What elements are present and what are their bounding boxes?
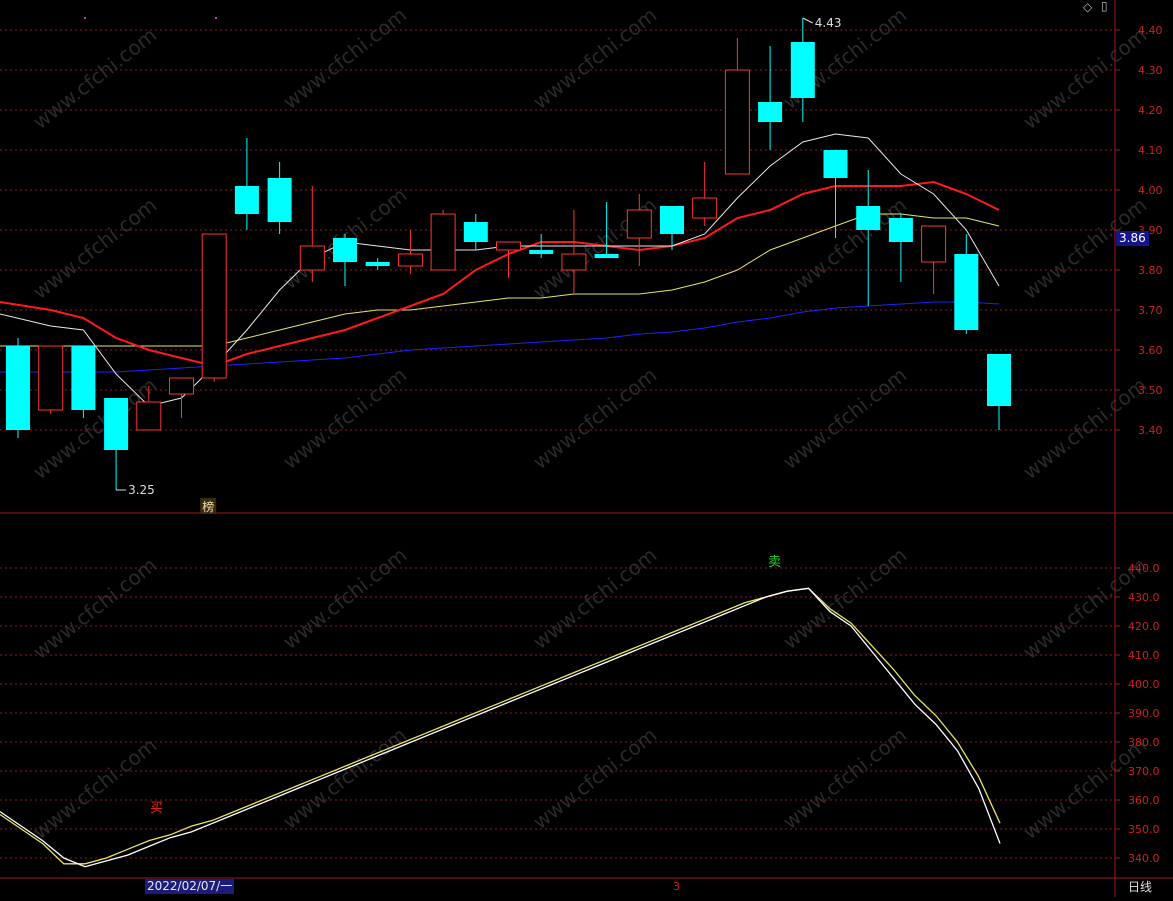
- window-icon[interactable]: ▯: [1101, 0, 1108, 13]
- candle-body[interactable]: [594, 254, 619, 258]
- buy-signal-label: 买: [150, 801, 163, 816]
- watermark-text: www.cfchi.com: [28, 23, 161, 134]
- watermark-text: www.cfchi.com: [778, 723, 911, 834]
- candle-body[interactable]: [333, 238, 357, 262]
- indicator-yellow-line: [0, 587, 1001, 865]
- indicator-tick-label: 380.0: [1128, 736, 1160, 749]
- watermark-text: www.cfchi.com: [28, 733, 161, 844]
- event-badge-label: 榜: [202, 499, 214, 514]
- candle-body[interactable]: [169, 377, 194, 395]
- price-tick-label: 3.60: [1138, 344, 1163, 357]
- candle-body[interactable]: [201, 233, 227, 379]
- price-tick-label: 4.10: [1138, 144, 1163, 157]
- candle-body[interactable]: [6, 346, 30, 430]
- watermark-text: www.cfchi.com: [1018, 373, 1151, 484]
- watermark-text: www.cfchi.com: [778, 543, 911, 654]
- price-tick-label: 4.20: [1138, 104, 1163, 117]
- watermark-text: www.cfchi.com: [1018, 193, 1151, 304]
- watermark-text: www.cfchi.com: [528, 193, 661, 304]
- chart-canvas[interactable]: www.cfchi.com www.cfchi.com www.cfchi.com w…: [0, 0, 1173, 897]
- watermark-text: www.cfchi.com: [278, 543, 411, 654]
- candle-body[interactable]: [496, 241, 521, 251]
- candle-body[interactable]: [104, 398, 129, 450]
- candle-body[interactable]: [397, 253, 423, 267]
- candle-body[interactable]: [463, 222, 488, 242]
- indicator-tick-label: 420.0: [1128, 620, 1160, 633]
- diamond-icon[interactable]: ◇: [1083, 0, 1092, 14]
- indicator-tick-label: 430.0: [1128, 591, 1160, 604]
- watermark-text: www.cfchi.com: [278, 3, 411, 114]
- chart-stage: www.cfchi.com www.cfchi.com www.cfchi.com w…: [0, 0, 1173, 897]
- candle-body[interactable]: [529, 250, 554, 254]
- watermark-text: www.cfchi.com: [28, 193, 161, 304]
- candle-body[interactable]: [365, 262, 390, 266]
- candle-body[interactable]: [856, 206, 881, 230]
- top-dot-marker: [84, 17, 86, 19]
- watermark-text: www.cfchi.com: [778, 363, 911, 474]
- price-tick-label: 4.00: [1138, 184, 1163, 197]
- watermark-text: www.cfchi.com: [278, 723, 411, 834]
- indicator-tick-label: 400.0: [1128, 678, 1160, 691]
- candle-body[interactable]: [267, 178, 292, 222]
- top-dot-marker: [215, 17, 217, 19]
- indicator-tick-label: 340.0: [1128, 852, 1160, 865]
- candle-body[interactable]: [921, 225, 947, 263]
- ma-blue-line: [0, 301, 1000, 373]
- watermark-text: www.cfchi.com: [528, 363, 661, 474]
- candle-body[interactable]: [561, 253, 587, 271]
- indicator-tick-label: 410.0: [1128, 649, 1160, 662]
- watermark-text: www.cfchi.com: [28, 553, 161, 664]
- candle-body[interactable]: [71, 346, 96, 410]
- candle-body[interactable]: [38, 345, 64, 411]
- indicator-tick-label: 350.0: [1128, 823, 1160, 836]
- indicator-tick-label: 440.0: [1128, 562, 1160, 575]
- candle-body[interactable]: [136, 401, 162, 431]
- watermark-text: www.cfchi.com: [1018, 23, 1151, 134]
- current-price-label: 3.86: [1116, 231, 1149, 246]
- candle-body[interactable]: [299, 245, 325, 271]
- candle-body[interactable]: [823, 150, 848, 178]
- price-tick-label: 3.80: [1138, 264, 1163, 277]
- watermark-text: www.cfchi.com: [528, 723, 661, 834]
- candle-body[interactable]: [660, 206, 684, 234]
- period-label[interactable]: 日线: [1128, 878, 1152, 895]
- indicator-tick-label: 370.0: [1128, 765, 1160, 778]
- candle-body[interactable]: [987, 354, 1011, 406]
- date-cursor-label: 2022/02/07/一: [145, 879, 235, 894]
- price-tick-label: 3.70: [1138, 304, 1163, 317]
- sell-signal-label: 卖: [768, 555, 781, 570]
- bottom-marker: 3: [673, 880, 680, 893]
- price-tick-label: 3.40: [1138, 424, 1163, 437]
- high-marker-arrow: [802, 17, 814, 24]
- indicator-white-line: [0, 587, 1001, 868]
- price-tick-label: 4.30: [1138, 64, 1163, 77]
- indicator-tick-label: 360.0: [1128, 794, 1160, 807]
- candle-body[interactable]: [758, 102, 783, 122]
- watermark-text: www.cfchi.com: [528, 3, 661, 114]
- high-marker-label: 4.43: [815, 16, 842, 30]
- candle-body[interactable]: [888, 218, 913, 242]
- watermark-text: www.cfchi.com: [528, 543, 661, 654]
- price-tick-label: 4.40: [1138, 24, 1163, 37]
- candle-body[interactable]: [724, 69, 750, 175]
- candle-body[interactable]: [626, 209, 652, 239]
- watermark-text: www.cfchi.com: [778, 193, 911, 304]
- indicator-tick-label: 390.0: [1128, 707, 1160, 720]
- candle-body[interactable]: [954, 254, 979, 330]
- candle-body[interactable]: [430, 213, 456, 271]
- candle-body[interactable]: [234, 186, 259, 214]
- candle-body[interactable]: [692, 197, 718, 219]
- low-marker-label: 3.25: [128, 483, 155, 497]
- candle-body[interactable]: [790, 42, 815, 98]
- price-tick-label: 3.50: [1138, 384, 1163, 397]
- watermark-text: www.cfchi.com: [278, 363, 411, 474]
- ma-white-line: [0, 133, 1000, 407]
